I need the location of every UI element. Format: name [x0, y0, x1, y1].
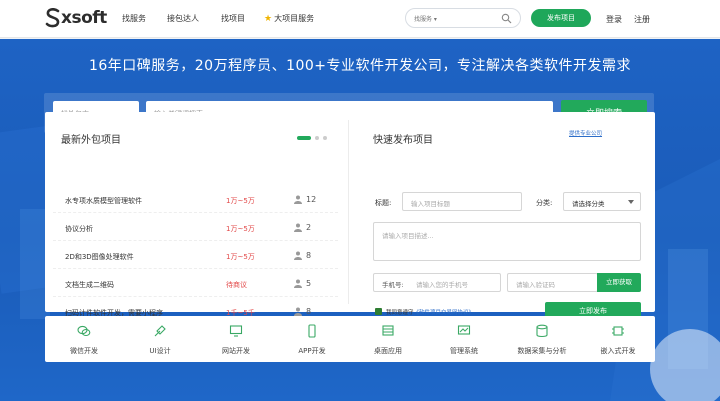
- quick-publish-title: 快速发布项目: [373, 135, 433, 146]
- carousel-dot-active[interactable]: [297, 136, 311, 140]
- agree-checkbox[interactable]: [375, 308, 382, 315]
- agreement-text: 我同意遵守《软件项目交易网协议》: [386, 308, 474, 316]
- user-icon: [294, 223, 302, 232]
- projects-card: 最新外包项目 水专项水质模型管理软件 1万~5万 12 协议分析 1万~5万 2…: [45, 112, 655, 321]
- project-title-placeholder: 输入项目标题: [411, 200, 450, 208]
- category-value: 请选择分类: [572, 200, 605, 208]
- category-label: APP开发: [298, 347, 326, 355]
- search-icon[interactable]: [501, 13, 512, 24]
- project-name[interactable]: 协议分析: [65, 224, 93, 234]
- category-label: UI设计: [149, 347, 171, 355]
- category-data[interactable]: 数据采集与分析: [507, 324, 577, 364]
- project-title-input[interactable]: 输入项目标题: [402, 192, 522, 211]
- category-label: 管理系统: [450, 347, 478, 355]
- project-bidder-count: 8: [306, 307, 312, 316]
- logo-text: xsoft: [61, 8, 107, 28]
- wechat-icon: [77, 325, 91, 337]
- phone-icon: [308, 324, 316, 338]
- category-desktop[interactable]: 桌面应用: [353, 324, 423, 364]
- phone-field[interactable]: 手机号: 请输入您的手机号: [373, 273, 501, 292]
- nav-item-experts[interactable]: 接包达人: [167, 13, 199, 24]
- latest-projects-title: 最新外包项目: [61, 135, 121, 146]
- desktop-icon: [382, 325, 394, 336]
- project-bidder-count: 12: [306, 195, 317, 204]
- get-code-button[interactable]: 立即获取: [597, 273, 641, 292]
- category-label: 桌面应用: [374, 347, 402, 355]
- category-app[interactable]: APP开发: [277, 324, 347, 364]
- card-divider: [348, 120, 349, 304]
- logo-mark-icon: [45, 8, 60, 28]
- login-link[interactable]: 登录: [606, 14, 622, 25]
- category-label: 嵌入式开发: [600, 347, 636, 355]
- logo[interactable]: xsoft: [45, 6, 107, 30]
- title-label: 标题:: [375, 199, 392, 207]
- user-icon: [294, 307, 302, 316]
- project-row[interactable]: 协议分析 1万~5万 2: [53, 216, 338, 241]
- project-row[interactable]: 水专项水质模型管理软件 1万~5万 12: [53, 188, 338, 213]
- project-budget: 1万~5万: [226, 253, 255, 261]
- user-icon: [294, 279, 302, 288]
- category-wechat[interactable]: 微信开发: [49, 324, 119, 364]
- project-row[interactable]: 文档生成二维码 待商议 5: [53, 272, 338, 297]
- project-bidder-count: 8: [306, 251, 312, 260]
- project-bidder-count: 5: [306, 279, 312, 288]
- category-label: 微信开发: [70, 347, 98, 355]
- category-ui-design[interactable]: UI设计: [125, 324, 195, 364]
- project-name[interactable]: 水专项水质模型管理软件: [65, 196, 142, 206]
- verification-code-input[interactable]: 请输入验证码: [507, 273, 598, 292]
- phone-label: 手机号:: [382, 281, 404, 289]
- verification-code-placeholder: 请输入验证码: [516, 281, 555, 289]
- nav-item-find-service[interactable]: 找服务: [122, 13, 146, 24]
- project-name[interactable]: 文档生成二维码: [65, 280, 114, 290]
- top-navbar: xsoft 找服务 接包达人 找项目 ★大项目服务 发布项目 登录 注册: [0, 0, 720, 38]
- system-icon: [457, 325, 471, 335]
- nav-item-big-project-label: 大项目服务: [274, 14, 315, 23]
- carousel-dot[interactable]: [315, 136, 319, 140]
- carousel-dot[interactable]: [323, 136, 327, 140]
- project-budget: 待商议: [226, 281, 247, 289]
- project-name[interactable]: 2D和3D图像处理软件: [65, 252, 134, 262]
- header-search[interactable]: [405, 8, 521, 28]
- nav-item-find-project[interactable]: 找项目: [221, 13, 245, 24]
- category-label: 分类:: [536, 199, 553, 207]
- category-management[interactable]: 管理系统: [429, 324, 499, 364]
- category-label: 网站开发: [222, 347, 250, 355]
- help-link[interactable]: 提供专业公司: [569, 129, 602, 137]
- category-embedded[interactable]: 嵌入式开发: [583, 324, 653, 364]
- hero-slogan: 16年口碑服务，20万程序员、100+专业软件开发公司，专注解决各类软件开发需求: [88, 58, 632, 74]
- user-icon: [294, 195, 302, 204]
- project-budget: 1万~5万: [226, 197, 255, 205]
- project-budget: 1万~5万: [226, 225, 255, 233]
- brush-icon: [154, 325, 166, 337]
- project-bidder-count: 2: [306, 223, 312, 232]
- user-icon: [294, 251, 302, 260]
- nav-item-big-project[interactable]: ★ 大项目服务: [264, 13, 314, 24]
- header-search-input[interactable]: [414, 13, 494, 25]
- category-website[interactable]: 网站开发: [201, 324, 271, 364]
- category-label: 数据采集与分析: [517, 347, 567, 355]
- data-icon: [536, 324, 548, 338]
- chevron-down-icon: [628, 200, 634, 204]
- category-strip: 微信开发 UI设计 网站开发 APP开发 桌面应用 管理系统 数据采集与分析 嵌…: [45, 316, 655, 362]
- register-link[interactable]: 注册: [634, 14, 650, 25]
- category-select[interactable]: 请选择分类: [563, 192, 641, 211]
- project-description-placeholder: 请输入项目描述...: [382, 232, 434, 240]
- monitor-icon: [229, 325, 243, 337]
- phone-placeholder: 请输入您的手机号: [416, 281, 468, 289]
- project-row[interactable]: 2D和3D图像处理软件 1万~5万 8: [53, 244, 338, 269]
- project-description-textarea[interactable]: 请输入项目描述...: [373, 222, 641, 261]
- publish-project-button[interactable]: 发布项目: [531, 9, 591, 27]
- star-icon: ★: [264, 14, 273, 24]
- chip-icon: [612, 326, 624, 336]
